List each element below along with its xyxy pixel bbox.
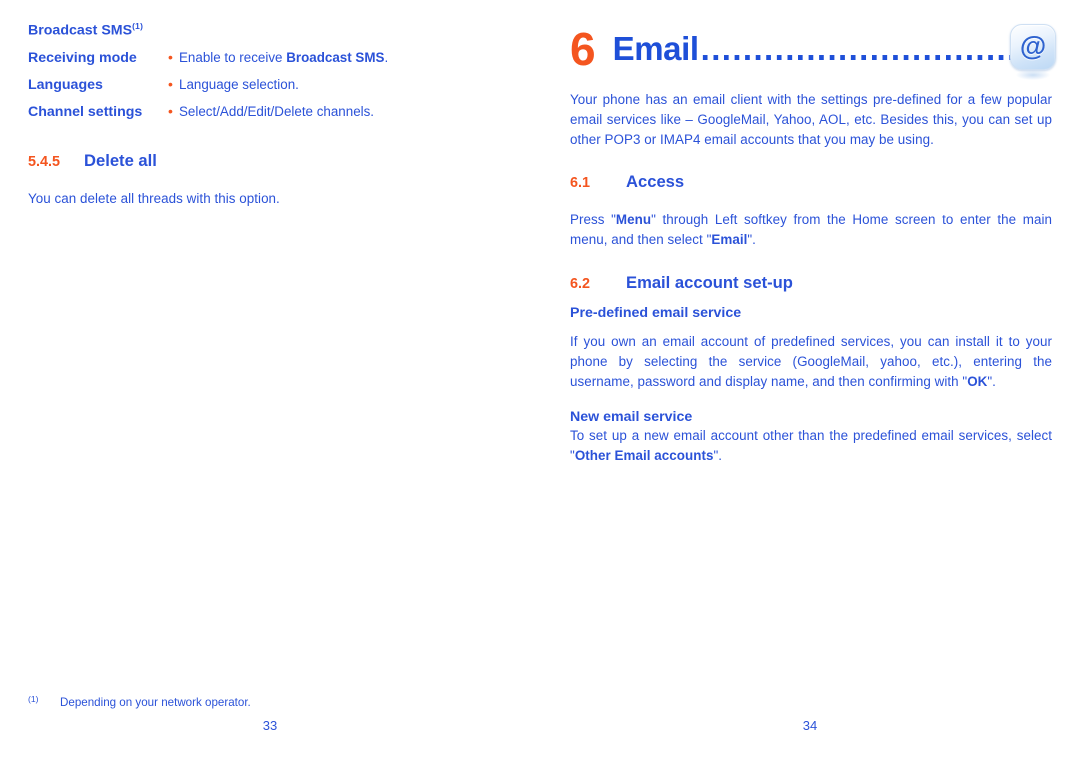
manual-page-spread: Broadcast SMS(1) Receiving mode • Enable…: [0, 0, 1080, 767]
section-heading-6-2: 6.2 Email account set-up: [570, 273, 1052, 294]
at-sign-icon: @: [1010, 24, 1056, 80]
definition-description-tail: .: [384, 49, 389, 65]
chapter-number: 6: [570, 23, 596, 75]
broadcast-sms-heading-label: Broadcast SMS: [28, 22, 133, 39]
section-title: Access: [626, 172, 685, 192]
footnote-marker: (1): [28, 694, 39, 704]
definition-description-text: Enable to receive: [179, 49, 287, 65]
section-body-access: Press "Menu" through Left softkey from t…: [570, 210, 1052, 250]
pre-defined-text-part2: ".: [987, 373, 996, 389]
definition-description: Language selection.: [179, 76, 510, 93]
section-body-delete-all: You can delete all threads with this opt…: [28, 190, 280, 206]
left-page-content: Broadcast SMS(1) Receiving mode • Enable…: [28, 18, 510, 209]
subsection-body-pre-defined: If you own an email account of predefine…: [570, 332, 1052, 391]
bullet-icon: •: [168, 48, 173, 65]
broadcast-sms-footnote-marker: (1): [132, 21, 144, 31]
subsection-heading-pre-defined: Pre-defined email service: [570, 304, 742, 321]
left-page: Broadcast SMS(1) Receiving mode • Enable…: [0, 0, 540, 767]
access-text-part1: Press ": [570, 212, 616, 228]
definition-description: Enable to receive Broadcast SMS.: [179, 49, 510, 66]
section-heading-6-1: 6.1 Access: [570, 172, 1052, 193]
bullet-icon: •: [168, 75, 173, 92]
access-emphasis-email: Email: [711, 232, 748, 248]
chapter-intro-paragraph: Your phone has an email client with the …: [570, 92, 1052, 147]
definition-row: Languages • Language selection.: [28, 76, 510, 94]
at-sign-glyph: @: [1019, 30, 1047, 61]
definition-description: Select/Add/Edit/Delete channels.: [179, 103, 510, 120]
broadcast-sms-heading: Broadcast SMS(1): [28, 18, 510, 40]
definition-term-receiving-mode: Receiving mode: [28, 49, 137, 66]
chapter-header: 6 Email ................................…: [570, 18, 1056, 80]
new-email-text-part2: ".: [713, 448, 723, 464]
subsection-heading-new-email: New email service: [570, 409, 693, 426]
new-email-emphasis-other-accounts: Other Email accounts: [574, 448, 714, 464]
definition-row: Channel settings • Select/Add/Edit/Delet…: [28, 103, 510, 121]
definition-row: Receiving mode • Enable to receive Broad…: [28, 49, 510, 67]
section-number: 5.4.5: [28, 153, 61, 170]
page-number-right: 34: [802, 718, 818, 733]
section-heading-5-4-5: 5.4.5 Delete all: [28, 151, 510, 172]
footnote: (1) Depending on your network operator.: [28, 694, 251, 711]
section-number: 6.2: [570, 275, 591, 292]
chapter-dot-leader: ........................................…: [700, 32, 1052, 66]
footnote-text: Depending on your network operator.: [60, 696, 251, 709]
section-title: Email account set-up: [626, 272, 793, 292]
definition-description-text: Select/Add/Edit/Delete channels.: [179, 103, 375, 119]
definition-term-languages: Languages: [28, 76, 103, 93]
access-text-part3: ".: [747, 232, 756, 248]
subsection-body-new-email: To set up a new email account other than…: [570, 426, 1052, 466]
right-page: 6 Email ................................…: [540, 0, 1080, 767]
definition-description-text: Language selection.: [179, 76, 299, 92]
section-title: Delete all: [84, 150, 157, 170]
bullet-icon: •: [168, 102, 173, 119]
pre-defined-emphasis-ok: OK: [967, 373, 988, 389]
definition-term-channel-settings: Channel settings: [28, 103, 143, 120]
chapter-title: Email: [612, 30, 699, 67]
right-page-content: 6 Email ................................…: [570, 18, 1056, 466]
definition-description-emphasis: Broadcast SMS: [286, 49, 385, 65]
section-number: 6.1: [570, 175, 591, 192]
page-number-left: 33: [262, 718, 278, 733]
access-emphasis-menu: Menu: [615, 212, 652, 228]
